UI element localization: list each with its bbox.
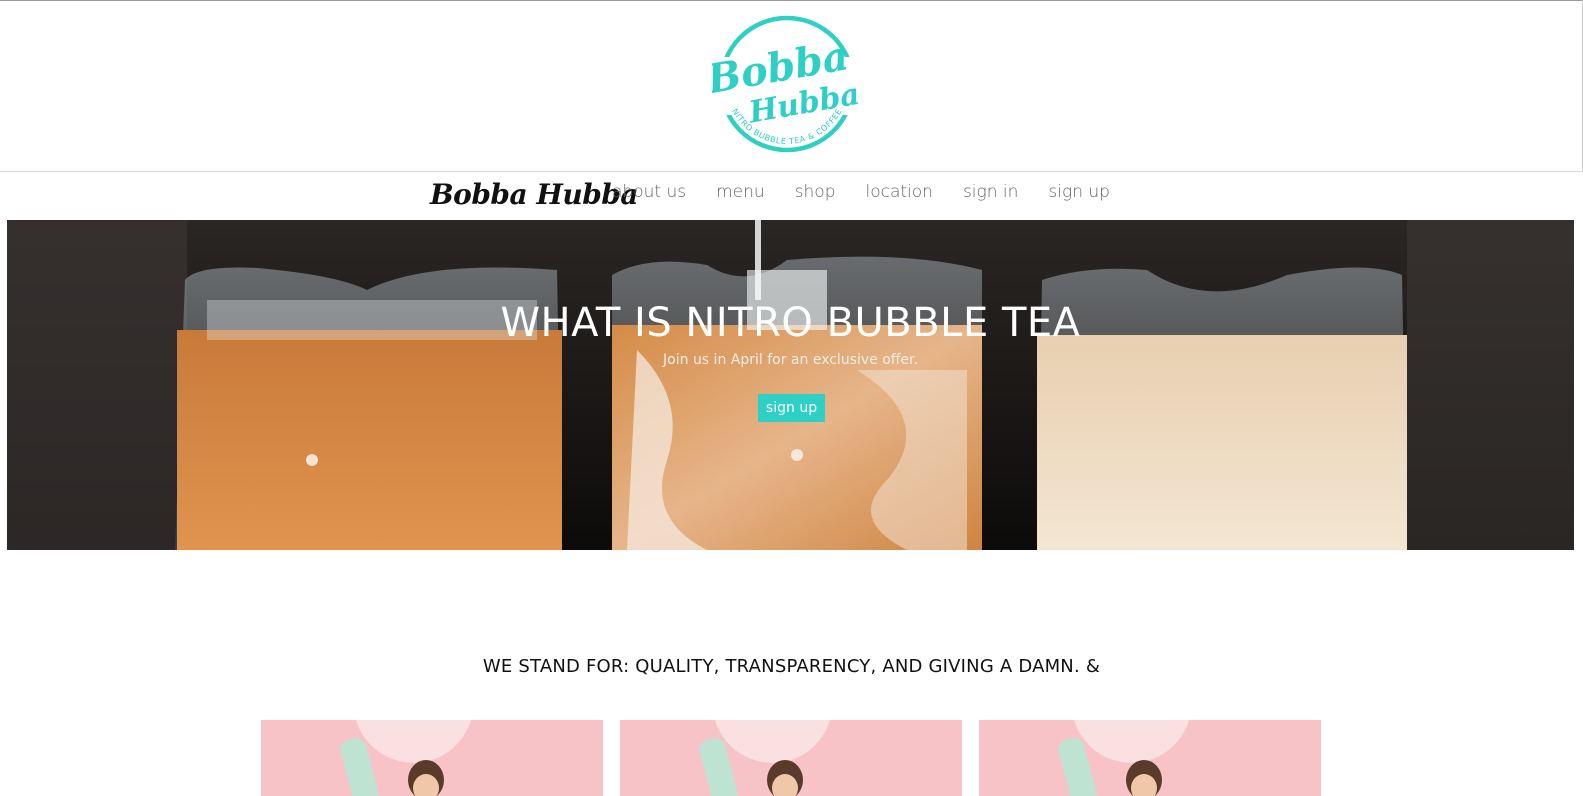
hero-subtitle: Join us in April for an exclusive offer. — [663, 352, 918, 368]
hero-banner: WHAT IS NITRO BUBBLE TEA Join us in Apri… — [7, 220, 1574, 550]
nav-item-location[interactable]: location — [866, 182, 933, 212]
nav-item-shop[interactable]: shop — [795, 182, 836, 212]
hero-sign-up-button[interactable]: sign up — [758, 394, 825, 422]
nav-item-about-us[interactable]: about us — [612, 182, 686, 212]
values-heading: WE STAND FOR: QUALITY, TRANSPARENCY, AND… — [482, 656, 1101, 677]
hero-image — [7, 220, 1574, 550]
hero-title: WHAT IS NITRO BUBBLE TEA — [500, 300, 1081, 346]
brand-logo[interactable]: Bobba Hubba NITRO BUBBLE TEA & COFFEE — [712, 9, 862, 161]
nav-menu: about us menu shop location sign in sign… — [612, 182, 1140, 212]
product-card-3[interactable] — [979, 720, 1321, 796]
nav-brand[interactable]: Bobba Hubba — [430, 178, 639, 211]
navbar: Bobba Hubba about us menu shop location … — [0, 172, 1583, 220]
card-image-3 — [979, 720, 1321, 796]
card-image-1 — [261, 720, 603, 796]
nav-item-menu[interactable]: menu — [716, 182, 765, 212]
product-card-2[interactable] — [620, 720, 962, 796]
nav-item-sign-in[interactable]: sign in — [963, 182, 1018, 212]
nav-item-sign-up[interactable]: sign up — [1048, 182, 1110, 212]
product-card-1[interactable] — [261, 720, 603, 796]
logo-header: Bobba Hubba NITRO BUBBLE TEA & COFFEE — [0, 1, 1583, 171]
card-image-2 — [620, 720, 962, 796]
